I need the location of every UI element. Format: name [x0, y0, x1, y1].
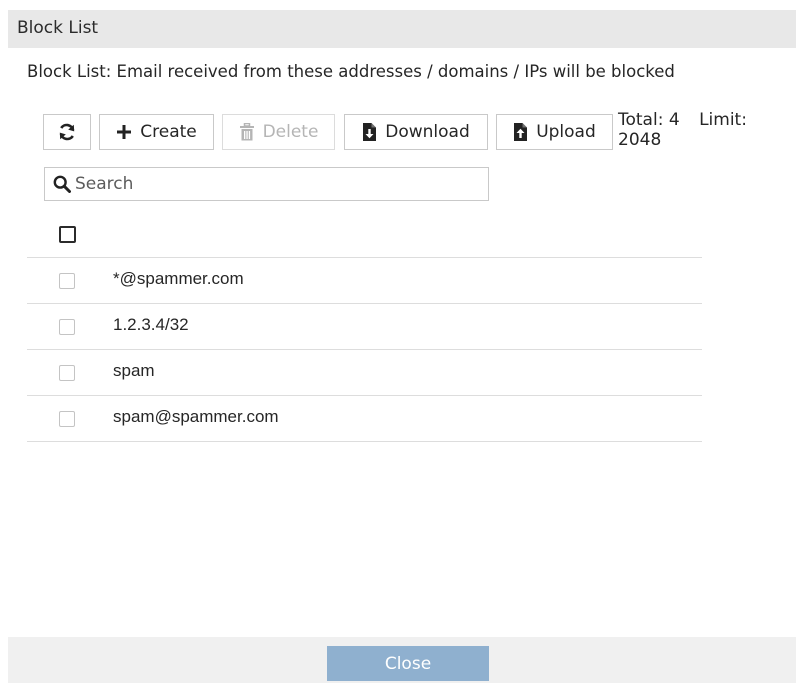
create-label: Create [140, 122, 197, 142]
row-checkbox[interactable] [59, 273, 75, 289]
upload-button[interactable]: Upload [496, 114, 613, 150]
row-checkbox[interactable] [59, 365, 75, 381]
limit-label: Limit: [699, 110, 747, 130]
create-button[interactable]: Create [99, 114, 214, 150]
upload-label: Upload [536, 122, 596, 142]
dialog-description: Block List: Email received from these ad… [27, 62, 675, 81]
row-checkbox[interactable] [59, 319, 75, 335]
total-count: Total: 4 [618, 110, 680, 130]
refresh-icon [57, 122, 77, 142]
delete-button[interactable]: Delete [222, 114, 335, 150]
dialog-footer: Close [8, 637, 796, 683]
download-button[interactable]: Download [344, 114, 488, 150]
delete-label: Delete [262, 122, 319, 142]
plus-icon [116, 124, 132, 140]
trash-icon [239, 123, 255, 141]
refresh-button[interactable] [43, 114, 91, 150]
select-all-checkbox[interactable] [59, 226, 76, 243]
file-upload-icon [513, 123, 528, 141]
entry-value: spam@spammer.com [113, 407, 279, 426]
download-label: Download [385, 122, 470, 142]
search-input[interactable] [75, 170, 480, 198]
block-list-dialog: Block List Block List: Email received fr… [8, 10, 796, 683]
close-button[interactable]: Close [327, 646, 489, 681]
file-download-icon [362, 123, 377, 141]
title-bar: Block List [8, 10, 796, 48]
search-box[interactable] [44, 167, 489, 201]
entry-value: spam [113, 361, 155, 380]
table-row[interactable]: *@spammer.com [27, 258, 702, 304]
table-row[interactable]: 1.2.3.4/32 [27, 304, 702, 350]
entry-value: *@spammer.com [113, 269, 244, 288]
entry-value: 1.2.3.4/32 [113, 315, 189, 334]
row-checkbox[interactable] [59, 411, 75, 427]
entry-count: Total: 4 Limit: 2048 [618, 110, 778, 150]
search-icon [53, 175, 71, 197]
limit-value: 2048 [618, 130, 662, 150]
dialog-title: Block List [17, 18, 99, 38]
block-list-table: *@spammer.com 1.2.3.4/32 spam spam@spamm… [27, 210, 702, 442]
table-row[interactable]: spam [27, 350, 702, 396]
table-header [27, 210, 702, 258]
table-row[interactable]: spam@spammer.com [27, 396, 702, 442]
